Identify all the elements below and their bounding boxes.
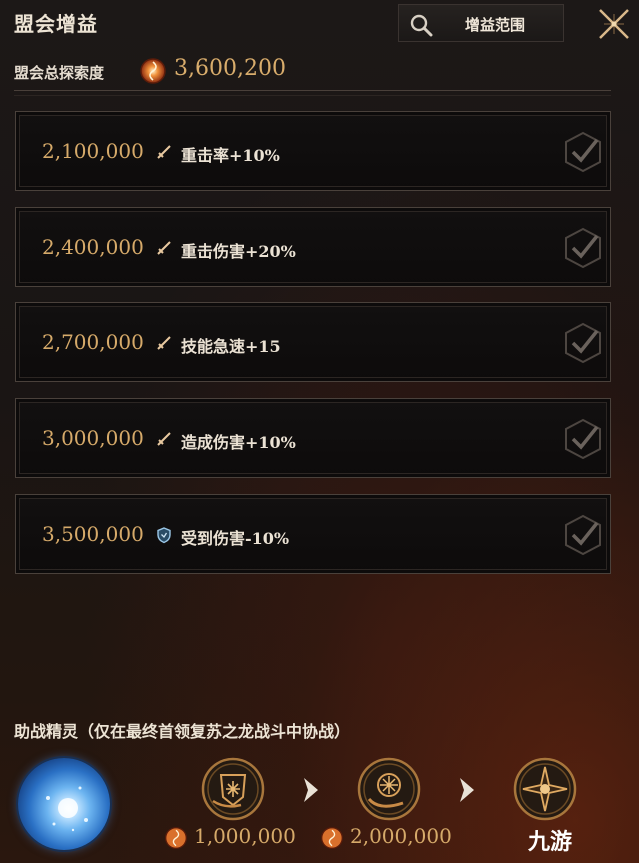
exploration-orb-icon [320,826,344,850]
spirit-stage-3-icon[interactable] [513,757,577,821]
buff-range-button[interactable]: 增益范围 [398,4,564,42]
buff-tier-1: 2,100,000 重击率+10% [15,111,611,191]
close-button[interactable] [594,4,634,44]
buff-tier-4: 3,000,000 造成伤害+10% [15,398,611,478]
buff-tier-3: 2,700,000 技能急速+15 [15,302,611,382]
divider [14,90,611,96]
tier-buff-text: 重击率+10% [181,146,280,165]
total-exploration-value: 3,600,200 [174,56,286,81]
stage-2-cost: 2,000,000 [350,824,452,848]
close-icon [599,9,629,39]
buff-tier-2: 2,400,000 重击伤害+20% [15,207,611,287]
achieved-check-icon [565,418,601,460]
shield-icon [157,527,171,544]
tier-threshold: 2,400,000 [42,235,144,259]
achieved-check-icon [565,514,601,556]
exploration-orb-icon [164,826,188,850]
search-icon [410,14,433,37]
page-title: 盟会增益 [14,12,98,36]
tier-buff-text: 重击伤害+20% [181,242,296,261]
watermark: 九游 [528,830,573,855]
tier-threshold: 2,100,000 [42,139,144,163]
tier-buff-text: 技能急速+15 [181,337,281,356]
buff-tier-5: 3,500,000 受到伤害-10% [15,494,611,574]
buff-range-label: 增益范围 [465,16,526,34]
sword-icon [157,336,171,350]
sword-icon [157,241,171,255]
ice-spirit-orb-icon[interactable] [18,758,110,850]
assist-spirit-label: 助战精灵（仅在最终首领复苏之龙战斗中协战） [14,722,351,741]
tier-threshold: 2,700,000 [42,330,144,354]
achieved-check-icon [565,322,601,364]
tier-threshold: 3,000,000 [42,426,144,450]
tier-threshold: 3,500,000 [42,522,144,546]
tier-buff-text: 造成伤害+10% [181,433,296,452]
exploration-orb-icon [139,57,167,85]
sword-icon [157,145,171,159]
chevron-right-icon [460,778,474,802]
spirit-stage-2-icon[interactable] [357,757,421,821]
achieved-check-icon [565,131,601,173]
chevron-right-icon [304,778,318,802]
achieved-check-icon [565,227,601,269]
tier-buff-text: 受到伤害-10% [181,529,290,548]
spirit-stage-1-icon[interactable] [201,757,265,821]
total-exploration-label: 盟会总探索度 [14,64,105,82]
stage-1-cost: 1,000,000 [194,824,296,848]
sword-icon [157,432,171,446]
